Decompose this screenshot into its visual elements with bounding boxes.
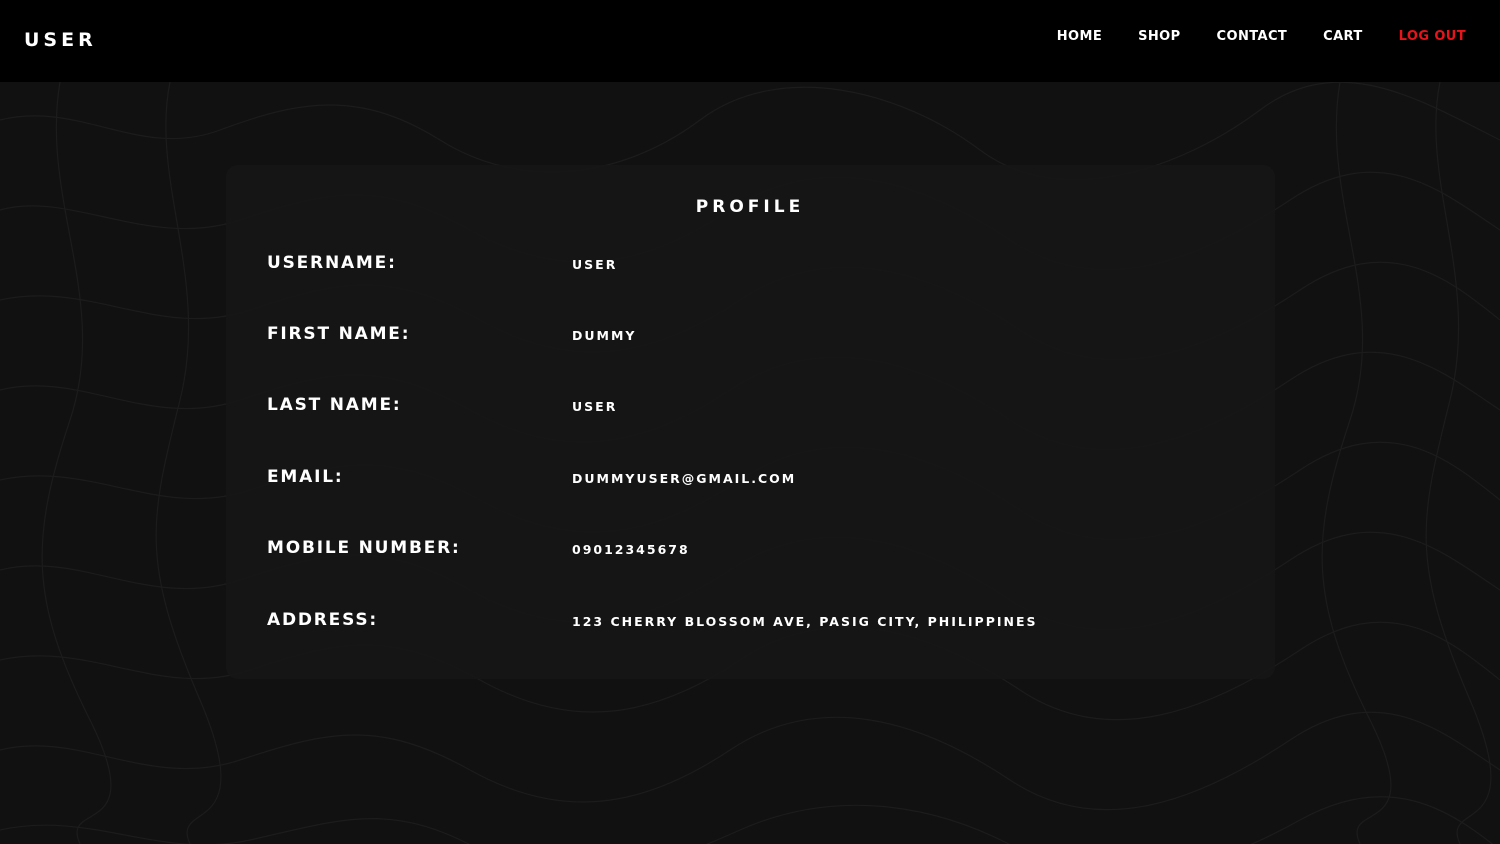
last-name-row: LAST NAME: USER <box>267 395 1227 425</box>
mobile-number-label: MOBILE NUMBER: <box>267 538 461 558</box>
last-name-value: USER <box>572 399 618 414</box>
first-name-label: FIRST NAME: <box>267 324 411 344</box>
top-navbar: USER HOME SHOP CONTACT CART LOG OUT <box>0 0 1500 82</box>
mobile-number-row: MOBILE NUMBER: 09012345678 <box>267 538 1227 568</box>
email-value: DUMMYUSER@GMAIL.COM <box>572 471 797 486</box>
nav-contact-link[interactable]: CONTACT <box>1217 29 1288 44</box>
nav-home-link[interactable]: HOME <box>1057 29 1102 44</box>
address-value: 123 CHERRY BLOSSOM AVE, PASIG CITY, PHIL… <box>572 614 1038 629</box>
email-row: EMAIL: DUMMYUSER@GMAIL.COM <box>267 467 1227 497</box>
email-label: EMAIL: <box>267 467 344 487</box>
username-label: USERNAME: <box>267 253 397 273</box>
last-name-label: LAST NAME: <box>267 395 402 415</box>
address-label: ADDRESS: <box>267 610 379 630</box>
mobile-number-value: 09012345678 <box>572 542 690 557</box>
nav-links: HOME SHOP CONTACT CART LOG OUT <box>1021 29 1466 44</box>
nav-logout-link[interactable]: LOG OUT <box>1399 29 1466 44</box>
first-name-value: DUMMY <box>572 328 637 343</box>
first-name-row: FIRST NAME: DUMMY <box>267 324 1227 354</box>
profile-page: USER HOME SHOP CONTACT CART LOG OUT PROF… <box>0 0 1500 844</box>
profile-title: PROFILE <box>695 197 805 217</box>
nav-shop-link[interactable]: SHOP <box>1138 29 1180 44</box>
username-row: USERNAME: USER <box>267 253 1227 283</box>
address-row: ADDRESS: 123 CHERRY BLOSSOM AVE, PASIG C… <box>267 610 1227 640</box>
brand-logo[interactable]: USER <box>24 29 97 51</box>
username-value: USER <box>572 257 618 272</box>
nav-cart-link[interactable]: CART <box>1323 29 1363 44</box>
